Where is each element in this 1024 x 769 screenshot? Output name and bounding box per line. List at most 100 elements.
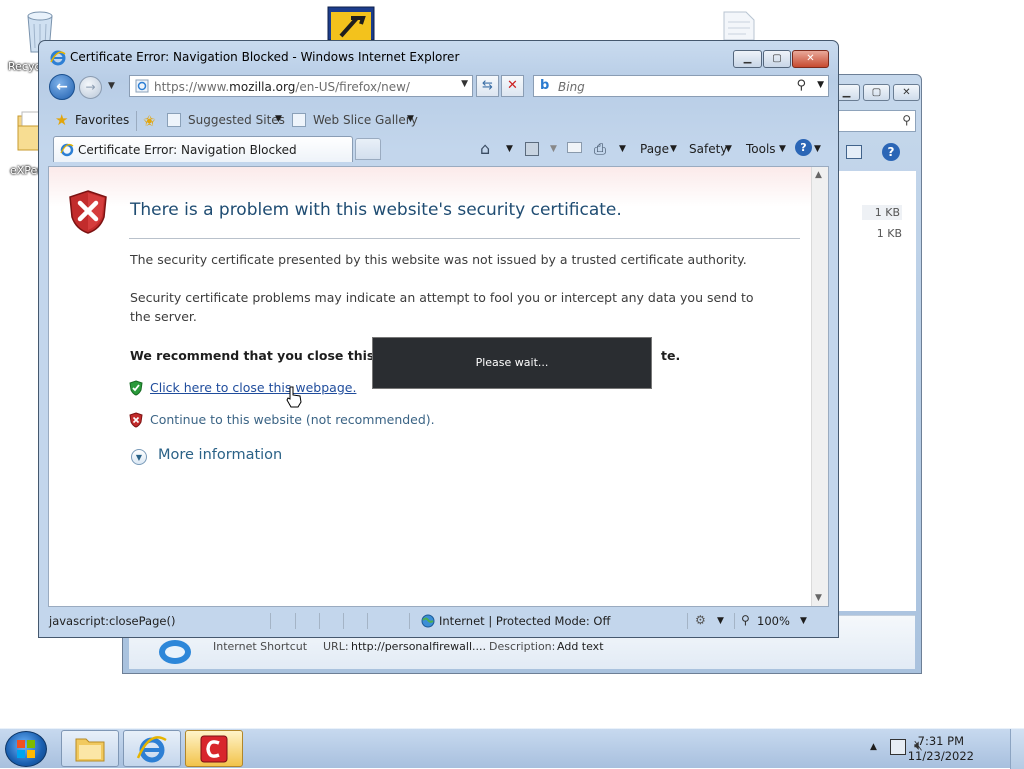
- tab-certificate-error[interactable]: Certificate Error: Navigation Blocked: [53, 136, 353, 162]
- network-icon[interactable]: [890, 739, 906, 755]
- address-bar[interactable]: https://www.mozilla.org/en-US/firefox/ne…: [129, 75, 473, 97]
- maximize-button[interactable]: ▢: [763, 50, 791, 68]
- add-to-favorites-bar-icon[interactable]: ✬: [143, 112, 156, 130]
- tools-menu-label: Tools: [746, 142, 776, 156]
- chevron-down-icon[interactable]: ▼: [506, 144, 513, 154]
- divider: [687, 613, 688, 629]
- chevron-down-icon: ▼: [407, 114, 414, 124]
- page-heading: There is a problem with this website's s…: [130, 200, 622, 220]
- show-desktop-button[interactable]: [1010, 729, 1024, 769]
- back-arrow-icon: ←: [56, 79, 68, 95]
- page-icon: [135, 79, 149, 93]
- web-slice-gallery-label: Web Slice Gallery: [313, 113, 418, 127]
- taskbar-explorer-button[interactable]: [61, 730, 119, 767]
- window-title: Certificate Error: Navigation Blocked - …: [70, 50, 460, 64]
- taskbar-ie-button[interactable]: [123, 730, 181, 767]
- chevron-down-icon: ▼: [814, 144, 821, 154]
- chevron-down-icon[interactable]: ▼: [717, 616, 724, 626]
- divider: [136, 111, 137, 131]
- help-icon: ?: [795, 139, 812, 156]
- chevron-down-icon[interactable]: ▼: [550, 144, 557, 154]
- zoom-dropdown-icon[interactable]: ▼: [800, 616, 807, 626]
- hand-cursor-icon: [286, 386, 302, 408]
- explorer-file-list: 1 KB 1 KB: [838, 171, 916, 611]
- vertical-scrollbar[interactable]: ▲ ▼: [811, 167, 828, 606]
- preview-pane-icon[interactable]: [846, 145, 862, 159]
- scroll-down-icon[interactable]: ▼: [815, 593, 822, 603]
- suggested-sites-button[interactable]: Suggested Sites ▼: [167, 109, 285, 131]
- more-information-toggle[interactable]: ▼ More information: [131, 447, 291, 469]
- continue-to-website-link[interactable]: Continue to this website (not recommende…: [150, 412, 435, 427]
- details-description-label: Description:: [489, 640, 556, 653]
- compatibility-view-button[interactable]: ⇆: [476, 75, 499, 97]
- minimize-button[interactable]: ▁: [733, 50, 762, 68]
- new-tab-button[interactable]: [355, 138, 381, 160]
- recycle-bin-label: Recyc: [8, 60, 41, 73]
- explorer-maximize-button[interactable]: ▢: [863, 84, 890, 101]
- green-shield-check-icon: [129, 380, 143, 396]
- favorites-label: Favorites: [75, 113, 130, 127]
- tools-menu[interactable]: Tools ▼: [742, 136, 788, 160]
- suggested-sites-label: Suggested Sites: [188, 113, 285, 127]
- forward-button[interactable]: →: [79, 76, 102, 99]
- scroll-up-icon[interactable]: ▲: [815, 170, 822, 180]
- chevron-down-icon: ▼: [275, 114, 282, 124]
- help-icon[interactable]: ?: [882, 143, 900, 161]
- details-type: Internet Shortcut: [213, 640, 308, 653]
- chevron-down-icon: ▼: [779, 144, 786, 154]
- file-size: 1 KB: [862, 205, 902, 220]
- divider: [319, 613, 320, 629]
- status-bar: javascript:closePage() Internet | Protec…: [39, 610, 838, 632]
- search-icon[interactable]: ⚲: [796, 78, 806, 93]
- clock-time: 7:31 PM: [917, 734, 965, 748]
- details-description-value[interactable]: Add text: [557, 640, 604, 653]
- home-icon[interactable]: ⌂: [480, 139, 490, 158]
- internet-shortcut-icon: [159, 640, 191, 664]
- details-url-label: URL:: [323, 640, 349, 653]
- file-size: 1 KB: [876, 227, 902, 240]
- explorer-close-button[interactable]: ✕: [893, 84, 920, 101]
- address-dropdown-icon[interactable]: ▼: [461, 79, 468, 89]
- system-clock[interactable]: 7:31 PM 11/23/2022: [908, 734, 974, 764]
- address-url[interactable]: https://www.mozilla.org/en-US/firefox/ne…: [154, 80, 410, 94]
- explorer-search-input[interactable]: ⚲: [838, 110, 916, 132]
- chevron-down-icon[interactable]: ▼: [619, 144, 626, 154]
- windows-logo-icon: [17, 740, 35, 758]
- back-button[interactable]: ←: [49, 74, 75, 100]
- favorites-bar: ★ Favorites ✬ Suggested Sites ▼ Web Slic…: [39, 107, 838, 135]
- explorer-toolbar: ?: [838, 141, 918, 169]
- feeds-icon[interactable]: [525, 142, 539, 156]
- page-menu[interactable]: Page ▼: [637, 136, 679, 160]
- internet-explorer-icon: [136, 736, 167, 763]
- divider: [295, 613, 296, 629]
- page-menu-label: Page: [640, 142, 670, 156]
- protected-mode-icon[interactable]: ⚙: [695, 613, 706, 627]
- security-zone[interactable]: Internet | Protected Mode: Off: [439, 614, 610, 628]
- document-desktop-icon[interactable]: [718, 10, 760, 41]
- zoom-level[interactable]: 100%: [757, 614, 790, 628]
- ie-logo-icon: [50, 50, 66, 66]
- close-webpage-link[interactable]: Click here to close this webpage.: [150, 380, 356, 395]
- web-slice-gallery-button[interactable]: Web Slice Gallery ▼: [292, 109, 418, 131]
- help-menu[interactable]: ? ▼: [793, 138, 823, 160]
- mail-icon[interactable]: [567, 142, 582, 153]
- search-box[interactable]: b Bing ⚲ ▼: [533, 75, 829, 97]
- zoom-icon: ⚲: [741, 613, 750, 627]
- show-hidden-icons-icon[interactable]: ▲: [870, 742, 877, 752]
- tab-label: Certificate Error: Navigation Blocked: [78, 143, 297, 157]
- app-desktop-icon[interactable]: [327, 6, 375, 41]
- print-icon[interactable]: ⎙: [594, 140, 606, 158]
- favorites-button[interactable]: ★ Favorites: [53, 109, 129, 131]
- safety-menu[interactable]: Safety ▼: [685, 136, 735, 160]
- close-window-button[interactable]: ✕: [792, 50, 829, 68]
- taskbar-app-button[interactable]: [185, 730, 243, 767]
- divider: [734, 613, 735, 629]
- clock-date: 11/23/2022: [907, 749, 974, 763]
- divider: [409, 613, 410, 629]
- document-icon: [723, 11, 755, 41]
- recommendation-text: We recommend that you close this w: [130, 348, 391, 363]
- start-button[interactable]: [5, 731, 47, 767]
- stop-button[interactable]: ✕: [501, 75, 524, 97]
- search-options-dropdown-icon[interactable]: ▼: [817, 80, 824, 90]
- recent-pages-dropdown[interactable]: ▼: [108, 81, 115, 91]
